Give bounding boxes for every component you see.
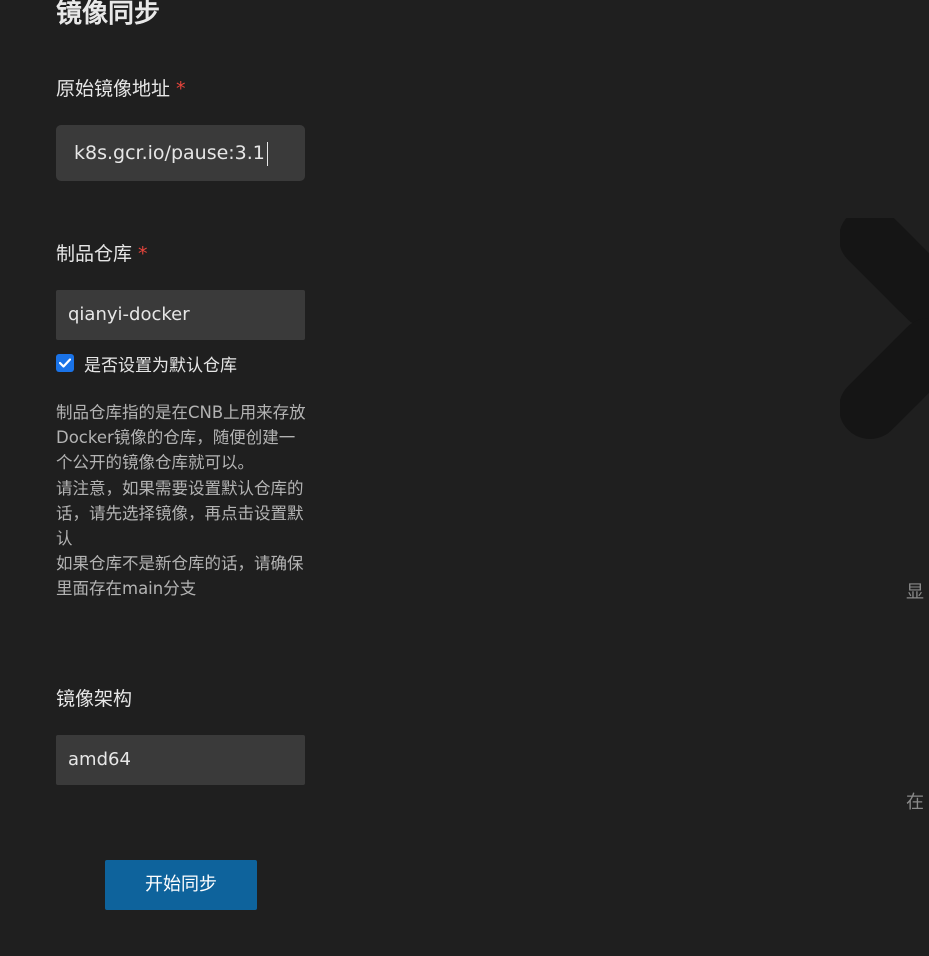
default-repository-checkbox-label: 是否设置为默认仓库 — [84, 355, 237, 376]
start-sync-button[interactable]: 开始同步 — [105, 860, 257, 910]
decorative-chevron-icon — [840, 218, 929, 439]
source-image-label-text: 原始镜像地址 — [56, 78, 171, 100]
checkmark-icon — [59, 358, 71, 368]
repository-value: qianyi-docker — [68, 304, 190, 325]
architecture-select[interactable]: amd64 — [56, 735, 305, 785]
help-paragraph: 请注意，如果需要设置默认仓库的话，请先选择镜像，再点击设置默认 — [56, 478, 304, 549]
side-panel-text: 显 — [906, 582, 924, 603]
repository-label-text: 制品仓库 — [56, 243, 133, 265]
repository-select[interactable]: qianyi-docker — [56, 290, 305, 340]
default-repository-option[interactable]: 是否设置为默认仓库 — [56, 352, 237, 376]
default-repository-checkbox[interactable] — [56, 354, 74, 372]
help-paragraph: 制品仓库指的是在CNB上用来存放Docker镜像的仓库，随便创建一个公开的镜像仓… — [56, 403, 306, 473]
repository-help-text: 制品仓库指的是在CNB上用来存放Docker镜像的仓库，随便创建一个公开的镜像仓… — [56, 400, 308, 602]
side-panel-text: 在 — [906, 792, 924, 813]
architecture-value: amd64 — [68, 749, 131, 770]
help-paragraph: 如果仓库不是新仓库的话，请确保里面存在main分支 — [56, 554, 304, 599]
source-image-input[interactable]: k8s.gcr.io/pause:3.1 — [56, 125, 305, 181]
source-image-value: k8s.gcr.io/pause:3.1 — [74, 142, 265, 164]
architecture-label: 镜像架构 — [56, 686, 132, 712]
image-sync-page: 镜像同步 原始镜像地址 * k8s.gcr.io/pause:3.1 制品仓库 * … — [0, 0, 929, 956]
page-title: 镜像同步 — [56, 0, 161, 29]
required-mark: * — [138, 243, 148, 265]
required-mark: * — [176, 78, 186, 100]
source-image-label: 原始镜像地址 * — [56, 76, 186, 102]
repository-label: 制品仓库 * — [56, 241, 148, 267]
text-caret — [266, 141, 268, 166]
architecture-label-text: 镜像架构 — [56, 688, 133, 710]
